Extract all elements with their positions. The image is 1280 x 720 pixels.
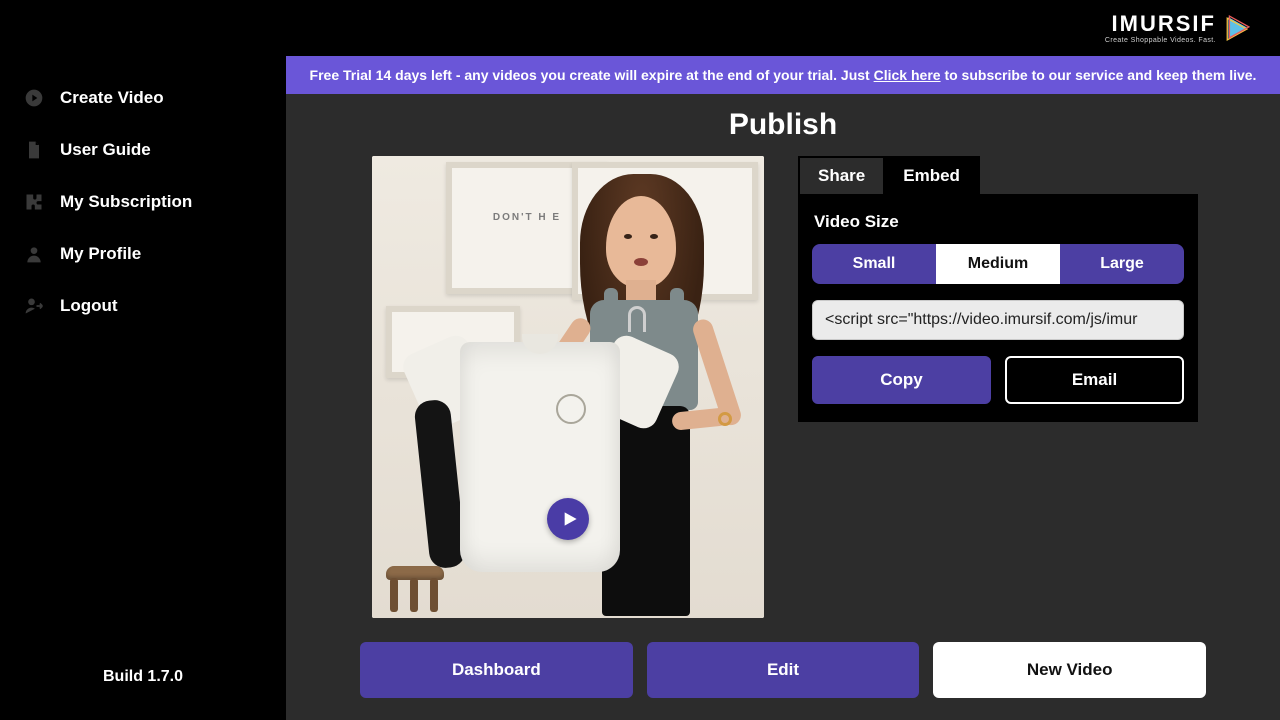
- sidebar-item-my-subscription[interactable]: My Subscription: [24, 192, 262, 212]
- banner-text-after: to subscribe to our service and keep the…: [941, 67, 1257, 83]
- brand-tagline: Create Shoppable Videos. Fast.: [1105, 37, 1216, 44]
- video-preview[interactable]: DON'T H E: [372, 156, 764, 618]
- email-button[interactable]: Email: [1005, 356, 1184, 404]
- sidebar-item-label: User Guide: [60, 140, 151, 160]
- play-button[interactable]: [547, 498, 589, 540]
- sidebar-item-create-video[interactable]: Create Video: [24, 88, 262, 108]
- document-icon: [24, 140, 44, 160]
- brand-logo: IMURSIF Create Shoppable Videos. Fast.: [1105, 13, 1250, 44]
- size-large-button[interactable]: Large: [1060, 244, 1184, 284]
- banner-text-before: Free Trial 14 days left - any videos you…: [310, 67, 874, 83]
- trial-banner: Free Trial 14 days left - any videos you…: [286, 56, 1280, 94]
- sidebar-item-user-guide[interactable]: User Guide: [24, 140, 262, 160]
- page-title: Publish: [286, 108, 1280, 142]
- play-icon: [562, 511, 578, 527]
- topbar: IMURSIF Create Shoppable Videos. Fast.: [0, 0, 1280, 56]
- puzzle-icon: [24, 192, 44, 212]
- main: Free Trial 14 days left - any videos you…: [286, 56, 1280, 720]
- sidebar: Create Video User Guide My Subscription …: [0, 56, 286, 720]
- sidebar-item-label: My Subscription: [60, 192, 192, 212]
- new-video-button[interactable]: New Video: [933, 642, 1206, 698]
- copy-button[interactable]: Copy: [812, 356, 991, 404]
- tab-embed[interactable]: Embed: [883, 156, 980, 194]
- build-version: Build 1.7.0: [0, 668, 286, 720]
- publish-tabs: Share Embed: [798, 156, 1194, 194]
- user-icon: [24, 244, 44, 264]
- sidebar-item-my-profile[interactable]: My Profile: [24, 244, 262, 264]
- sidebar-item-label: Create Video: [60, 88, 164, 108]
- video-size-segmented: Small Medium Large: [812, 244, 1184, 284]
- sidebar-item-label: Logout: [60, 296, 118, 316]
- banner-subscribe-link[interactable]: Click here: [874, 67, 941, 83]
- embed-panel: Video Size Small Medium Large Copy Email: [798, 194, 1198, 422]
- embed-code-input[interactable]: [812, 300, 1184, 340]
- brand-play-icon: [1224, 15, 1250, 41]
- sidebar-item-label: My Profile: [60, 244, 141, 264]
- video-size-label: Video Size: [814, 212, 1184, 232]
- edit-button[interactable]: Edit: [647, 642, 920, 698]
- sidebar-item-logout[interactable]: Logout: [24, 296, 262, 316]
- size-medium-button[interactable]: Medium: [936, 244, 1060, 284]
- play-circle-icon: [24, 88, 44, 108]
- dashboard-button[interactable]: Dashboard: [360, 642, 633, 698]
- brand-name: IMURSIF: [1112, 13, 1216, 35]
- bottom-actions: Dashboard Edit New Video: [286, 628, 1280, 720]
- tab-share[interactable]: Share: [798, 156, 885, 194]
- size-small-button[interactable]: Small: [812, 244, 936, 284]
- logout-icon: [24, 296, 44, 316]
